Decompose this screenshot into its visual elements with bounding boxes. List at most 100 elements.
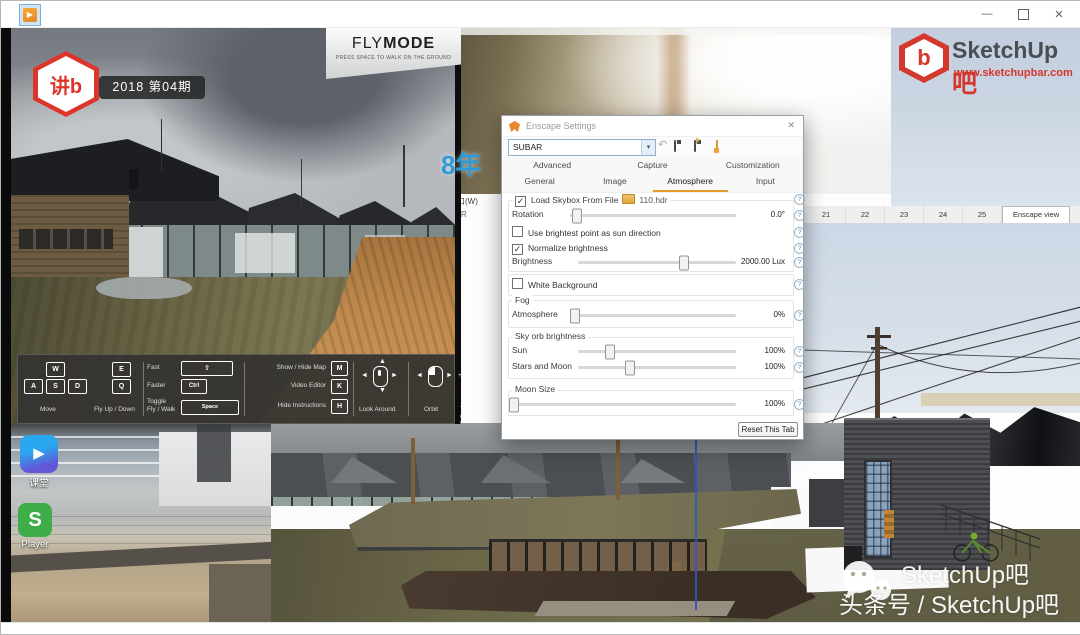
arrow-down-icon: ▼ xyxy=(379,387,386,394)
wood-pole xyxy=(411,438,415,504)
wood-pole xyxy=(616,438,620,500)
save-as-icon[interactable] xyxy=(694,140,696,152)
help-icon[interactable]: ? xyxy=(794,346,805,357)
fast-label: Fast xyxy=(147,364,160,371)
help-icon[interactable]: ? xyxy=(794,362,805,373)
tab-image[interactable]: Image xyxy=(577,173,652,192)
slider-thumb[interactable] xyxy=(625,360,636,375)
minimize-button[interactable]: — xyxy=(969,1,1005,27)
watermark-line1: SketchUp吧 xyxy=(901,562,1030,589)
tab-input[interactable]: Input xyxy=(728,173,803,192)
moon-size-slider[interactable] xyxy=(509,397,736,412)
help-icon[interactable]: ? xyxy=(794,227,805,238)
rotation-slider[interactable] xyxy=(570,208,736,223)
player-app-icon[interactable]: ▶ xyxy=(19,4,41,26)
tab-customization[interactable]: Customization xyxy=(703,157,803,173)
sketchupbar-brand: b SketchUp吧 www.sketchupbar.com xyxy=(894,31,1079,98)
shortcuts-move-section: W A S D E Q Move Fly Up / Down xyxy=(22,360,140,418)
antenna xyxy=(161,119,162,171)
scene-tab[interactable]: 25 xyxy=(963,206,1002,223)
flymode-fly: FLY xyxy=(351,35,384,52)
key-w: W xyxy=(46,362,65,377)
help-icon[interactable]: ? xyxy=(794,257,805,268)
light-pole xyxy=(301,159,302,205)
sun-label: Sun xyxy=(512,345,528,355)
enscape-settings-dialog: Enscape Settings ✕ SUBAR ▾ ↶ Advanced Ca… xyxy=(501,115,805,440)
sketchupbar-logo-b: b xyxy=(917,45,931,70)
overlay-divider xyxy=(353,362,354,416)
flymode-title: FLYMODE xyxy=(326,35,461,53)
reset-tab-button[interactable]: Reset This Tab xyxy=(738,422,798,437)
telephone-pole xyxy=(875,327,880,419)
slider-thumb[interactable] xyxy=(604,344,615,359)
scene-tab[interactable]: 21 xyxy=(807,206,846,223)
help-icon[interactable]: ? xyxy=(794,210,805,221)
brightness-slider[interactable] xyxy=(578,255,736,270)
rotation-row: Rotation 0.0° xyxy=(512,208,793,223)
dialog-close-icon[interactable]: ✕ xyxy=(787,120,795,131)
tab-atmosphere[interactable]: Atmosphere xyxy=(652,173,728,192)
slider-thumb[interactable] xyxy=(509,397,520,412)
year-text-fragment: 8年 xyxy=(441,150,482,180)
close-button[interactable]: ✕ xyxy=(1041,1,1077,27)
moon-size-row: 100% xyxy=(509,397,793,412)
normalize-checkbox[interactable]: ✓ xyxy=(512,244,523,255)
preset-combobox[interactable]: SUBAR ▾ xyxy=(508,139,656,156)
tall-window xyxy=(864,460,892,558)
help-icon[interactable]: ? xyxy=(794,194,805,205)
maximize-button[interactable] xyxy=(1005,1,1041,27)
key-a: A xyxy=(24,379,43,394)
window-titlebar: ▶ — ✕ xyxy=(1,1,1080,28)
flymode-mode: MODE xyxy=(383,35,436,52)
sun-slider[interactable] xyxy=(578,344,736,359)
plus-sign: + xyxy=(458,372,461,379)
undo-icon[interactable]: ↶ xyxy=(658,140,667,151)
skybox-checkbox[interactable]: ✓ xyxy=(515,196,526,207)
stars-slider[interactable] xyxy=(578,360,736,375)
folder-icon[interactable] xyxy=(622,194,636,204)
tab-capture[interactable]: Capture xyxy=(602,157,702,173)
scene-tab[interactable]: 23 xyxy=(885,206,924,223)
slider-thumb[interactable] xyxy=(571,208,582,223)
white-bg-label: White Background xyxy=(528,280,598,290)
slider-thumb[interactable] xyxy=(678,255,689,270)
rotation-label: Rotation xyxy=(512,209,544,219)
puddle xyxy=(96,277,192,299)
help-icon[interactable]: ? xyxy=(794,243,805,254)
window-strip xyxy=(19,229,113,249)
key-shift-glyph: ⇧ xyxy=(181,361,233,376)
scene-tab-bar: 21 22 23 24 25 Enscape view xyxy=(803,206,1080,224)
sun-value: 100% xyxy=(764,346,785,355)
help-icon[interactable]: ? xyxy=(794,310,805,321)
light-pole xyxy=(403,145,405,207)
help-icon[interactable]: ? xyxy=(794,399,805,410)
help-icon[interactable]: ? xyxy=(794,279,805,290)
scene-tab[interactable]: 24 xyxy=(924,206,963,223)
path xyxy=(534,601,736,616)
dialog-title: Enscape Settings xyxy=(526,121,597,131)
frame-seam xyxy=(455,27,461,424)
maximize-icon xyxy=(1017,8,1029,20)
key-h: H xyxy=(331,399,348,414)
scene-tab[interactable]: 22 xyxy=(846,206,885,223)
skylight xyxy=(331,457,397,483)
preset-value: SUBAR xyxy=(513,142,543,152)
shortcuts-overlay: W A S D E Q Move Fly Up / Down Fast ⇧ Fa… xyxy=(17,354,461,424)
poster xyxy=(884,510,894,538)
dialog-titlebar[interactable]: Enscape Settings ✕ xyxy=(502,116,803,137)
fog-slider[interactable] xyxy=(569,308,736,323)
sun-direction-checkbox[interactable] xyxy=(512,226,523,237)
chevron-down-icon[interactable]: ▾ xyxy=(641,140,655,155)
scene-tab-enscape-view[interactable]: Enscape view xyxy=(1002,206,1070,223)
white-bg-row: White Background xyxy=(512,278,793,291)
desktop-icon-classroom[interactable]: ▶ 课堂 xyxy=(11,435,67,489)
new-preset-icon[interactable] xyxy=(716,140,718,152)
desktop-icon-player[interactable]: S Player xyxy=(7,503,63,550)
skylight xyxy=(481,455,551,483)
save-icon[interactable] xyxy=(674,140,676,152)
tab-advanced[interactable]: Advanced xyxy=(502,157,602,173)
white-bg-checkbox[interactable] xyxy=(512,278,523,289)
slider-thumb[interactable] xyxy=(569,308,580,323)
tab-general[interactable]: General xyxy=(502,173,577,192)
brand-url: www.sketchupbar.com xyxy=(954,67,1073,79)
